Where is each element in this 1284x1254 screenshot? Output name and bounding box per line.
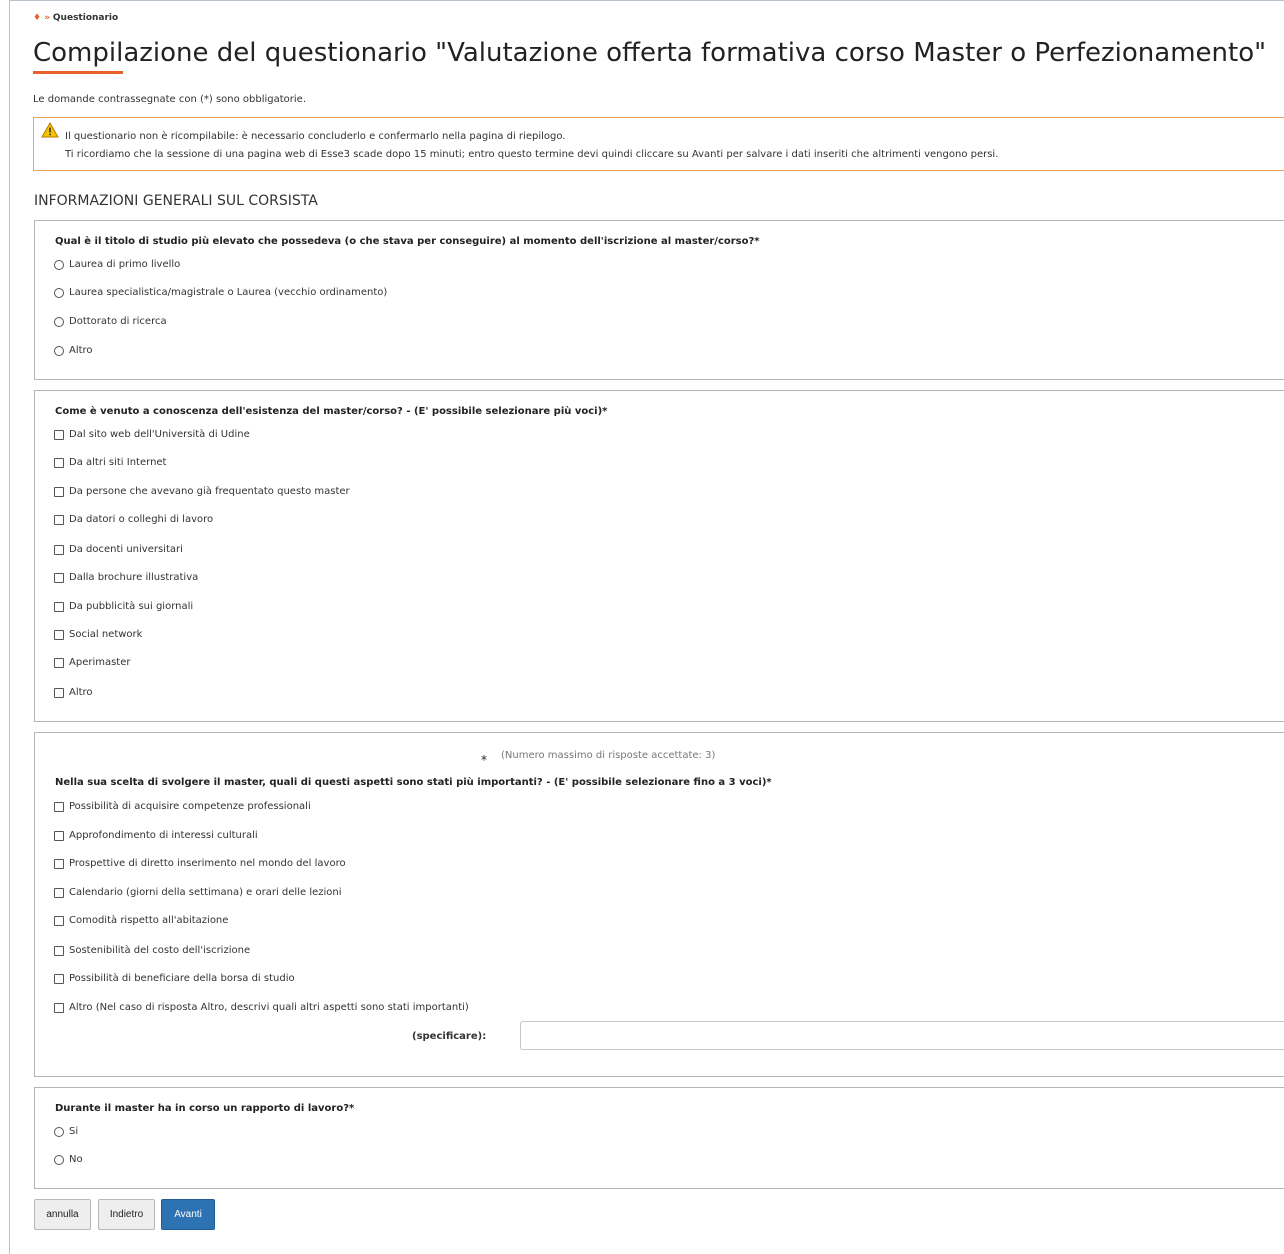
question-4-text: Durante il master ha in corso un rapport… xyxy=(55,1103,355,1114)
q2-option[interactable]: Dalla brochure illustrativa xyxy=(54,572,198,583)
q3-option-label: Sostenibilità del costo dell'iscrizione xyxy=(69,945,251,956)
q1-option-label: Laurea di primo livello xyxy=(69,259,181,270)
q4-option-label: No xyxy=(69,1154,83,1165)
q3-option[interactable]: Sostenibilità del costo dell'iscrizione xyxy=(54,945,250,956)
q4-option-label: Si xyxy=(69,1126,79,1137)
checkbox[interactable] xyxy=(54,915,64,926)
q2-option-label: Aperimaster xyxy=(69,657,131,668)
checkbox[interactable] xyxy=(54,687,64,698)
cancel-button[interactable]: annulla xyxy=(34,1199,91,1230)
q2-option-label: Da pubblicità sui giornali xyxy=(69,601,194,612)
breadcrumb-current: Questionario xyxy=(52,13,119,23)
q3-option[interactable]: Comodità rispetto all'abitazione xyxy=(54,915,228,926)
checkbox[interactable] xyxy=(54,887,64,898)
checkbox[interactable] xyxy=(54,514,64,525)
mandatory-note: Le domande contrassegnate con (*) sono o… xyxy=(33,94,307,105)
next-button[interactable]: Avanti xyxy=(161,1199,215,1230)
q3-option[interactable]: Possibilità di acquisire competenze prof… xyxy=(54,801,311,812)
q2-option-label: Dalla brochure illustrativa xyxy=(69,572,199,583)
q2-option[interactable]: Da docenti universitari xyxy=(54,544,183,555)
checkbox[interactable] xyxy=(54,486,64,497)
q1-option[interactable]: Laurea di primo livello xyxy=(54,259,180,270)
q2-option-label: Altro xyxy=(69,687,93,698)
question-2-text: Come è venuto a conoscenza dell'esistenz… xyxy=(55,406,608,417)
warning-line-1: Il questionario non è ricompilabile: è n… xyxy=(65,131,566,142)
warning-box: Il questionario non è ricompilabile: è n… xyxy=(33,117,1284,171)
checkbox[interactable] xyxy=(54,657,64,668)
checkbox[interactable] xyxy=(54,629,64,640)
q3-option-label: Comodità rispetto all'abitazione xyxy=(69,915,229,926)
specify-label: (specificare): xyxy=(412,1031,487,1042)
q1-option[interactable]: Laurea specialistica/magistrale o Laurea… xyxy=(54,287,387,298)
radio-button[interactable] xyxy=(54,345,64,356)
checkbox[interactable] xyxy=(54,801,64,812)
q4-option[interactable]: No xyxy=(54,1154,83,1165)
checkbox[interactable] xyxy=(54,858,64,869)
title-underline xyxy=(33,71,123,74)
q1-option-label: Dottorato di ricerca xyxy=(69,316,167,327)
q1-option-label: Laurea specialistica/magistrale o Laurea… xyxy=(69,287,388,298)
breadcrumb: ♦ » Questionario xyxy=(33,13,118,23)
back-button[interactable]: Indietro xyxy=(98,1199,155,1230)
q1-option[interactable]: Altro xyxy=(54,345,93,356)
q2-option-label: Da persone che avevano già frequentato q… xyxy=(69,486,350,497)
warning-line-2: Ti ricordiamo che la sessione di una pag… xyxy=(65,149,999,160)
q2-option[interactable]: Da persone che avevano già frequentato q… xyxy=(54,486,350,497)
checkbox[interactable] xyxy=(54,601,64,612)
specify-input[interactable] xyxy=(520,1021,1284,1050)
q2-option-label: Social network xyxy=(69,629,143,640)
q3-option[interactable]: Approfondimento di interessi culturali xyxy=(54,830,258,841)
q2-option[interactable]: Altro xyxy=(54,687,93,698)
q2-option[interactable]: Social network xyxy=(54,629,142,640)
q2-option-label: Dal sito web dell'Università di Udine xyxy=(69,429,250,440)
q3-option-label: Altro (Nel caso di risposta Altro, descr… xyxy=(69,1002,469,1013)
checkbox[interactable] xyxy=(54,830,64,841)
q3-option[interactable]: Possibilità di beneficiare della borsa d… xyxy=(54,973,295,984)
question-1-text: Qual è il titolo di studio più elevato c… xyxy=(55,236,760,247)
radio-button[interactable] xyxy=(54,287,64,298)
q2-option-label: Da altri siti Internet xyxy=(69,457,167,468)
q2-option[interactable]: Da pubblicità sui giornali xyxy=(54,601,193,612)
radio-button[interactable] xyxy=(54,259,64,270)
q1-option-label: Altro xyxy=(69,345,93,356)
q2-option-label: Da datori o colleghi di lavoro xyxy=(69,514,214,525)
question-3-text: Nella sua scelta di svolgere il master, … xyxy=(55,777,772,788)
q3-option-label: Calendario (giorni della settimana) e or… xyxy=(69,887,342,898)
q2-option[interactable]: Da altri siti Internet xyxy=(54,457,166,468)
question-box-1: Qual è il titolo di studio più elevato c… xyxy=(34,220,1284,380)
max-answers-note: (Numero massimo di risposte accettate: 3… xyxy=(501,750,716,761)
checkbox[interactable] xyxy=(54,572,64,583)
question-box-4: Durante il master ha in corso un rapport… xyxy=(34,1087,1284,1189)
required-star: * xyxy=(481,753,487,767)
warning-icon xyxy=(41,122,59,138)
q2-option[interactable]: Da datori o colleghi di lavoro xyxy=(54,514,213,525)
q2-option-label: Da docenti universitari xyxy=(69,544,183,555)
page-title: Compilazione del questionario "Valutazio… xyxy=(33,38,1267,68)
question-box-2: Come è venuto a conoscenza dell'esistenz… xyxy=(34,390,1284,722)
q3-option-label: Approfondimento di interessi culturali xyxy=(69,830,258,841)
q3-option-label: Possibilità di acquisire competenze prof… xyxy=(69,801,311,812)
question-box-3: * (Numero massimo di risposte accettate:… xyxy=(34,732,1284,1077)
radio-button[interactable] xyxy=(54,316,64,327)
q2-option[interactable]: Aperimaster xyxy=(54,657,131,668)
q3-option-label: Possibilità di beneficiare della borsa d… xyxy=(69,973,295,984)
q3-option[interactable]: Prospettive di diretto inserimento nel m… xyxy=(54,858,346,869)
checkbox[interactable] xyxy=(54,945,64,956)
checkbox[interactable] xyxy=(54,973,64,984)
q3-option[interactable]: Calendario (giorni della settimana) e or… xyxy=(54,887,342,898)
checkbox[interactable] xyxy=(54,457,64,468)
radio-button[interactable] xyxy=(54,1126,64,1137)
breadcrumb-separator: » xyxy=(44,13,50,23)
checkbox[interactable] xyxy=(54,1002,64,1013)
q4-option[interactable]: Si xyxy=(54,1126,78,1137)
checkbox[interactable] xyxy=(54,429,64,440)
section-title: INFORMAZIONI GENERALI SUL CORSISTA xyxy=(34,193,318,209)
q1-option[interactable]: Dottorato di ricerca xyxy=(54,316,167,327)
q3-option[interactable]: Altro (Nel caso di risposta Altro, descr… xyxy=(54,1002,469,1013)
radio-button[interactable] xyxy=(54,1154,64,1165)
checkbox[interactable] xyxy=(54,544,64,555)
q3-option-label: Prospettive di diretto inserimento nel m… xyxy=(69,858,346,869)
q2-option[interactable]: Dal sito web dell'Università di Udine xyxy=(54,429,250,440)
home-icon[interactable]: ♦ xyxy=(33,13,41,23)
